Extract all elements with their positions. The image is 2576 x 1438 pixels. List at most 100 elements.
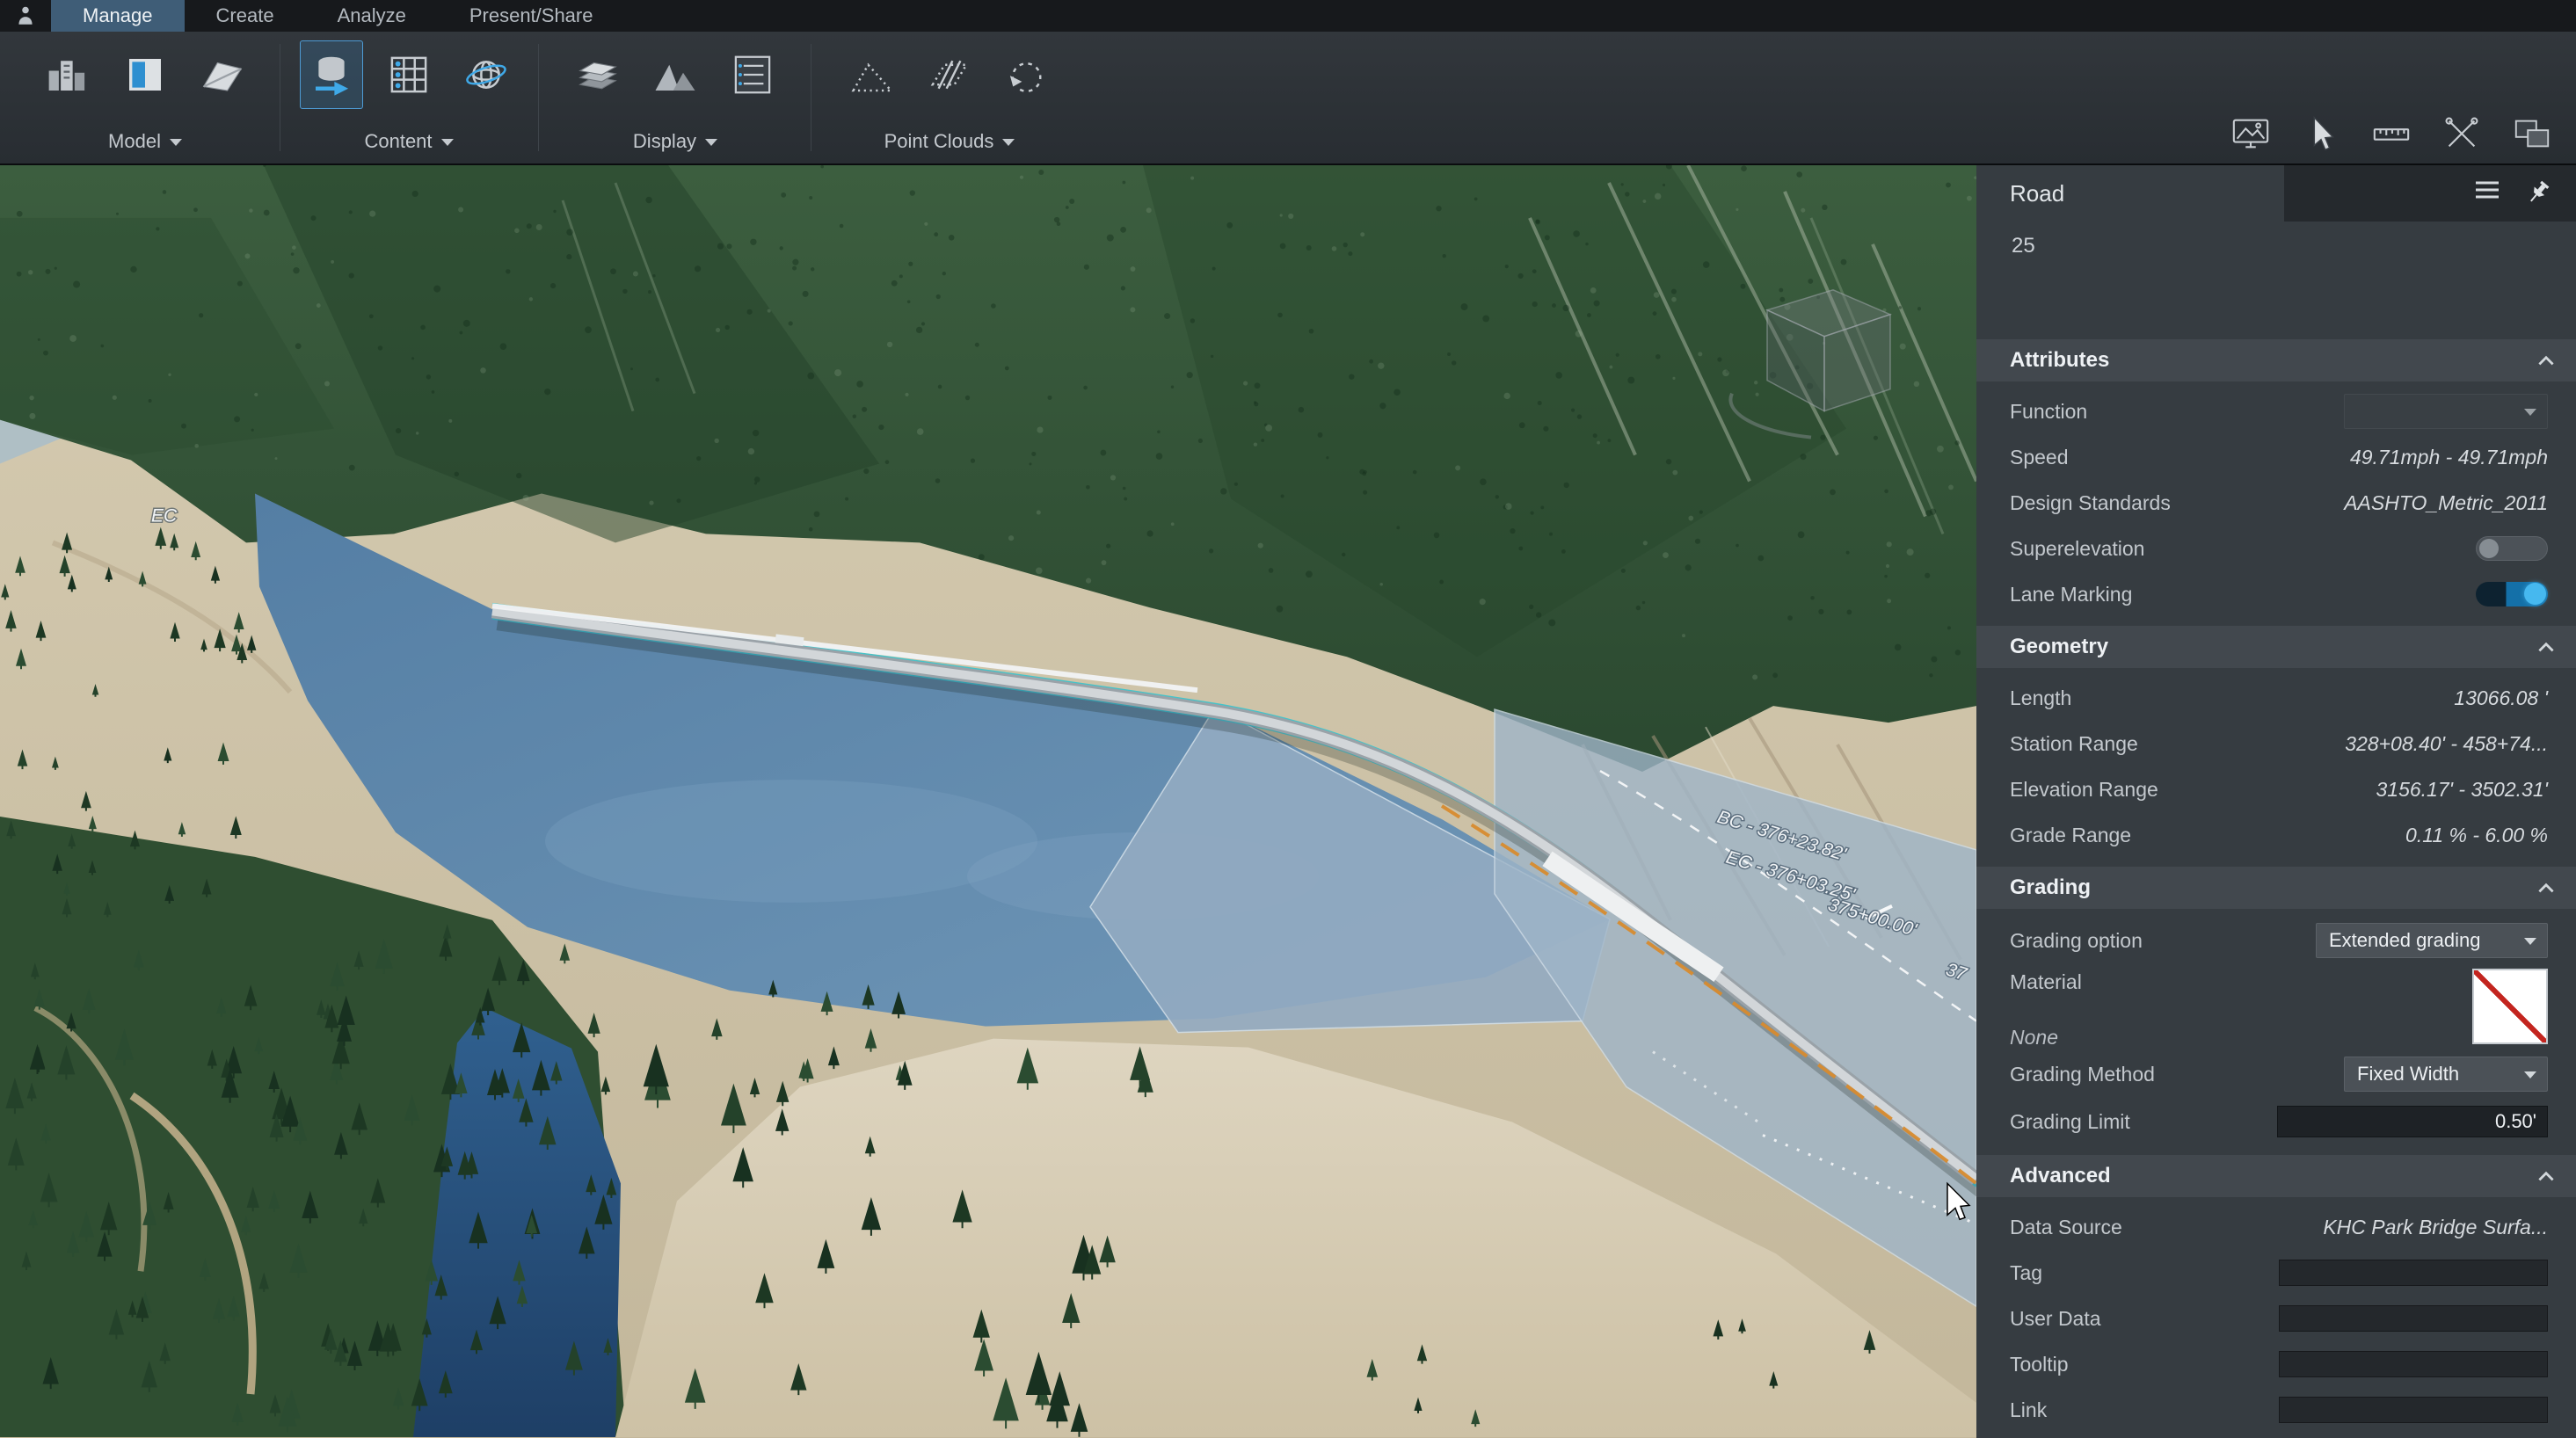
user-data-input[interactable] xyxy=(2279,1305,2548,1332)
function-dropdown[interactable] xyxy=(2344,394,2548,429)
select-cursor-icon[interactable] xyxy=(2300,113,2342,155)
tag-input[interactable] xyxy=(2279,1260,2548,1286)
row-grading-limit: Grading Limit 0.50' xyxy=(1976,1099,2576,1144)
chevron-up-icon xyxy=(2536,879,2557,897)
section-geometry-title: Geometry xyxy=(2010,635,2108,659)
material-value: None xyxy=(2010,1026,2082,1049)
table-icon[interactable] xyxy=(377,40,440,109)
app-logo-icon[interactable] xyxy=(0,0,51,32)
elevation-range-label: Elevation Range xyxy=(2010,778,2376,802)
ribbon-group-content-label: Content xyxy=(364,130,432,152)
row-function: Function xyxy=(1976,389,2576,434)
speed-value: 49.71mph - 49.71mph xyxy=(2350,446,2548,469)
link-input[interactable] xyxy=(2279,1397,2548,1423)
section-grading[interactable]: Grading xyxy=(1976,867,2576,909)
ribbon-separator xyxy=(538,44,539,151)
ribbon: Model Content xyxy=(0,32,2576,163)
length-value: 13066.08 ' xyxy=(2454,686,2548,710)
tab-analyze[interactable]: Analyze xyxy=(306,0,438,32)
design-standards-value: AASHTO_Metric_2011 xyxy=(2344,491,2548,515)
length-label: Length xyxy=(2010,686,2454,710)
ribbon-group-model: Model xyxy=(26,32,264,163)
grading-method-dropdown[interactable]: Fixed Width xyxy=(2344,1057,2548,1092)
row-elevation-range: Elevation Range 3156.17' - 3502.31' xyxy=(1976,766,2576,812)
row-tooltip: Tooltip xyxy=(1976,1341,2576,1387)
ribbon-group-point-clouds: Point Clouds xyxy=(826,32,1073,163)
ribbon-dropdown-content[interactable]: Content xyxy=(294,130,524,153)
point-cloud-convert-icon[interactable] xyxy=(995,40,1059,109)
function-label: Function xyxy=(2010,400,2344,424)
grading-limit-label: Grading Limit xyxy=(2010,1110,2277,1134)
panel-title: Road xyxy=(1976,165,2284,222)
model-plan-icon[interactable] xyxy=(113,40,177,109)
ribbon-dropdown-model[interactable]: Model xyxy=(26,130,264,153)
ribbon-group-point-clouds-label: Point Clouds xyxy=(884,130,994,152)
grading-limit-input[interactable]: 0.50' xyxy=(2277,1106,2548,1137)
chevron-up-icon xyxy=(2536,638,2557,656)
grade-range-label: Grade Range xyxy=(2010,824,2405,847)
tooltip-label: Tooltip xyxy=(2010,1353,2279,1376)
superelevation-toggle[interactable] xyxy=(2476,536,2548,561)
viewport-toolbar xyxy=(2230,113,2553,155)
list-panel-icon[interactable] xyxy=(721,40,784,109)
section-advanced-title: Advanced xyxy=(2010,1164,2111,1188)
data-source-label: Data Source xyxy=(2010,1216,2323,1239)
tooltip-input[interactable] xyxy=(2279,1351,2548,1377)
row-speed: Speed 49.71mph - 49.71mph xyxy=(1976,434,2576,480)
station-range-value: 328+08.40' - 458+74... xyxy=(2345,732,2548,756)
chevron-down-icon xyxy=(441,139,454,146)
material-swatch[interactable] xyxy=(2472,969,2548,1044)
surface-icon[interactable] xyxy=(191,40,254,109)
tab-present-share[interactable]: Present/Share xyxy=(438,0,625,32)
row-station-range: Station Range 328+08.40' - 458+74... xyxy=(1976,721,2576,766)
ribbon-group-display: Display xyxy=(554,32,797,163)
row-tag: Tag xyxy=(1976,1250,2576,1296)
grading-option-value: Extended grading xyxy=(2329,929,2480,952)
cross-tools-icon[interactable] xyxy=(2441,113,2483,155)
row-design-standards: Design Standards AASHTO_Metric_2011 xyxy=(1976,480,2576,526)
section-attributes[interactable]: Attributes xyxy=(1976,339,2576,381)
menu-icon[interactable] xyxy=(2474,179,2500,203)
web-globe-icon[interactable] xyxy=(455,40,518,109)
viewport-label-ec: EC xyxy=(151,505,178,526)
section-advanced[interactable]: Advanced xyxy=(1976,1155,2576,1197)
model-buildings-icon[interactable] xyxy=(36,40,99,109)
chevron-down-icon xyxy=(705,139,717,146)
row-link: Link xyxy=(1976,1387,2576,1433)
ruler-icon[interactable] xyxy=(2370,113,2412,155)
ribbon-group-display-label: Display xyxy=(633,130,696,152)
point-cloud-section-icon[interactable] xyxy=(918,40,981,109)
section-geometry[interactable]: Geometry xyxy=(1976,626,2576,668)
point-cloud-terrain-icon[interactable] xyxy=(840,40,904,109)
grading-option-dropdown[interactable]: Extended grading xyxy=(2316,923,2548,958)
row-data-source: Data Source KHC Park Bridge Surfa... xyxy=(1976,1204,2576,1250)
pin-icon[interactable] xyxy=(2525,179,2551,208)
section-attributes-title: Attributes xyxy=(2010,348,2109,373)
row-grade-range: Grade Range 0.11 % - 6.00 % xyxy=(1976,812,2576,858)
row-superelevation: Superelevation xyxy=(1976,526,2576,571)
ribbon-dropdown-display[interactable]: Display xyxy=(554,130,797,153)
chevron-down-icon xyxy=(170,139,182,146)
viewport-3d[interactable]: EC BC - 376+23.82' EC - 376+03.25' 375+0… xyxy=(0,163,1976,1438)
tab-manage[interactable]: Manage xyxy=(51,0,185,32)
split-view-icon[interactable] xyxy=(2511,113,2553,155)
material-label: Material xyxy=(2010,970,2082,1013)
speed-label: Speed xyxy=(2010,446,2350,469)
row-lane-marking: Lane Marking xyxy=(1976,571,2576,617)
screenshot-icon[interactable] xyxy=(2230,113,2272,155)
panel-subtitle: 25 xyxy=(1976,222,2576,271)
layers-icon[interactable] xyxy=(566,40,629,109)
grading-option-label: Grading option xyxy=(2010,929,2316,953)
data-source-icon[interactable] xyxy=(300,40,363,109)
ribbon-dropdown-point-clouds[interactable]: Point Clouds xyxy=(826,130,1073,153)
chevron-up-icon xyxy=(2536,1167,2557,1185)
ribbon-group-model-label: Model xyxy=(108,130,161,152)
terrain-icon[interactable] xyxy=(644,40,707,109)
lake-highlight xyxy=(545,780,1037,903)
section-grading-title: Grading xyxy=(2010,875,2091,900)
grading-method-value: Fixed Width xyxy=(2357,1063,2459,1086)
tab-create[interactable]: Create xyxy=(185,0,306,32)
chevron-down-icon xyxy=(1002,139,1015,146)
lane-marking-toggle[interactable] xyxy=(2476,582,2548,606)
properties-panel: Road 25 Attributes Function Speed 49.71m… xyxy=(1976,163,2576,1438)
